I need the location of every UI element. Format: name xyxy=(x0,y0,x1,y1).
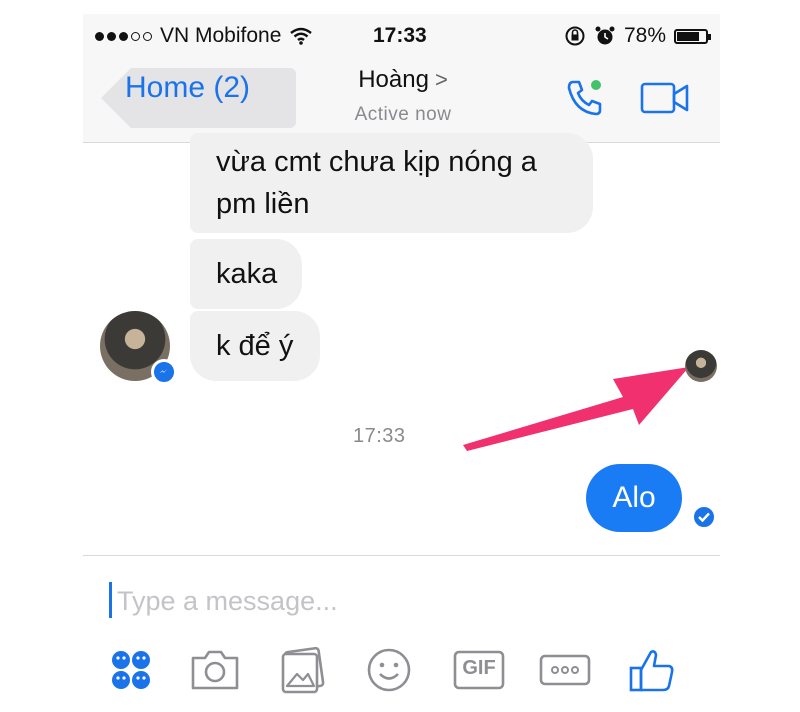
signal-dots-icon xyxy=(95,31,152,41)
messenger-badge-icon xyxy=(151,359,177,385)
message-timestamp: 17:33 xyxy=(353,425,406,447)
gallery-icon[interactable] xyxy=(273,640,333,700)
back-label[interactable]: Home (2) xyxy=(125,71,250,105)
video-icon[interactable] xyxy=(639,78,691,118)
emoji-icon[interactable] xyxy=(359,640,419,700)
composer: GIF xyxy=(83,555,720,712)
delivered-check-icon xyxy=(691,504,717,530)
text-caret xyxy=(109,582,112,618)
chevron-right-icon: > xyxy=(434,67,448,92)
battery-icon xyxy=(674,28,711,44)
apps-icon[interactable] xyxy=(101,640,161,700)
like-icon[interactable] xyxy=(623,640,683,700)
message-text-line1: vừa cmt chưa kịp nóng a xyxy=(216,146,537,178)
incoming-message[interactable]: k để ý xyxy=(190,311,320,381)
battery-fill xyxy=(677,31,699,41)
outgoing-message[interactable]: Alo xyxy=(586,464,682,532)
status-bar: VN Mobifone 17:33 78% xyxy=(83,14,720,58)
composer-toolbar: GIF xyxy=(83,640,720,704)
annotation-arrow-icon xyxy=(463,367,689,451)
rotation-lock-icon xyxy=(565,26,585,46)
message-input[interactable] xyxy=(115,578,539,624)
messenger-screen: VN Mobifone 17:33 78% Home (2) Hoàng > A… xyxy=(83,14,720,712)
active-status: Active now xyxy=(354,104,452,125)
contact-title[interactable]: Hoàng > Active now xyxy=(283,66,523,126)
status-time: 17:33 xyxy=(373,24,427,47)
message-text-line2: pm liền xyxy=(216,188,310,220)
phone-icon[interactable] xyxy=(563,76,607,120)
status-right: 78% xyxy=(564,24,711,48)
incoming-message[interactable]: kaka xyxy=(190,239,302,309)
message-text: k để ý xyxy=(216,330,294,362)
alarm-icon xyxy=(595,26,615,45)
message-text: kaka xyxy=(216,258,278,290)
gif-button[interactable]: GIF xyxy=(449,640,509,700)
gif-label: GIF xyxy=(462,657,496,679)
seen-avatar xyxy=(685,350,717,382)
message-list[interactable]: vừa cmt chưa kịp nóng a pm liền kaka k đ… xyxy=(83,133,720,555)
camera-icon[interactable] xyxy=(185,640,245,700)
carrier-name: VN Mobifone xyxy=(160,24,282,47)
wifi-icon xyxy=(290,27,313,45)
incoming-message[interactable]: vừa cmt chưa kịp nóng a pm liền xyxy=(190,133,593,233)
more-icon[interactable] xyxy=(535,640,595,700)
contact-name[interactable]: Hoàng xyxy=(358,66,429,93)
conversation-header: Home (2) Hoàng > Active now xyxy=(83,58,720,143)
status-left: VN Mobifone xyxy=(95,24,313,48)
battery-percent: 78% xyxy=(623,24,666,47)
